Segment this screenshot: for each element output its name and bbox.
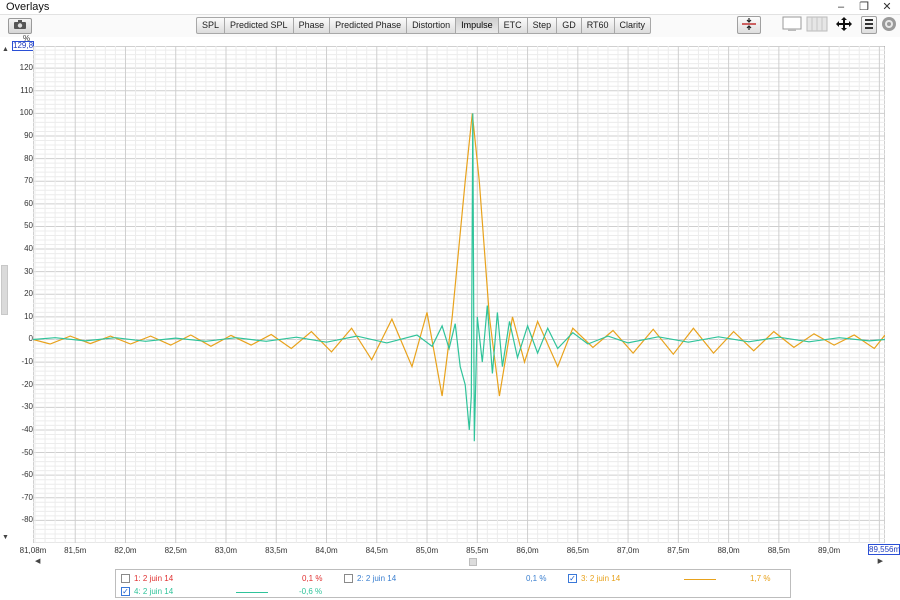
align-traces-button[interactable] xyxy=(737,16,761,34)
y-tick-label: 70 xyxy=(24,176,33,186)
impulse-plot[interactable] xyxy=(33,46,885,543)
x-tick-label: 83,5m xyxy=(265,546,288,555)
grid-toggle-button[interactable] xyxy=(806,16,828,34)
scroll-up-arrow-icon[interactable]: ▲ xyxy=(2,46,9,53)
y-tick-label: 100 xyxy=(19,108,33,118)
x-tick-label: 82,0m xyxy=(114,546,137,555)
y-tick-label: -70 xyxy=(21,492,33,502)
minimize-button[interactable]: – xyxy=(830,0,852,15)
x-tick-label: 84,5m xyxy=(365,546,388,555)
x-tick-label: 86,0m xyxy=(516,546,539,555)
legend-label-1: 1: 2 juin 14 xyxy=(134,574,174,583)
x-tick-label: 82,5m xyxy=(164,546,187,555)
legend-line-3 xyxy=(684,579,716,580)
y-axis-top-value[interactable]: 129,8 xyxy=(12,41,34,51)
settings-gear-icon xyxy=(881,17,897,35)
x-tick-label: 86,5m xyxy=(566,546,589,555)
x-tick-label: 84,0m xyxy=(315,546,338,555)
tab-predicted-phase[interactable]: Predicted Phase xyxy=(329,17,408,34)
x-tick-label: 83,0m xyxy=(214,546,238,555)
capture-button[interactable] xyxy=(8,18,32,34)
align-traces-icon xyxy=(740,18,758,34)
x-axis-end-value[interactable]: 89,556m xyxy=(868,544,900,555)
y-tick-label: 90 xyxy=(24,130,33,140)
scroll-down-arrow-icon[interactable]: ▼ xyxy=(2,534,9,541)
close-button[interactable]: ✕ xyxy=(876,0,898,15)
title-bar: Overlays – ❐ ✕ xyxy=(0,0,900,15)
y-tick-label: -20 xyxy=(21,379,33,389)
x-tick-label: 85,5m xyxy=(466,546,489,555)
y-tick-label: 40 xyxy=(24,244,33,254)
horizontal-scrollbar-thumb[interactable] xyxy=(469,558,477,566)
tab-phase[interactable]: Phase xyxy=(292,17,331,34)
grid-toggle-icon xyxy=(806,16,828,35)
tab-gd[interactable]: GD xyxy=(556,17,582,34)
tab-predicted-spl[interactable]: Predicted SPL xyxy=(224,17,294,34)
horizontal-scrollbar[interactable]: ◀ ▶ xyxy=(33,557,885,567)
y-tick-label: -30 xyxy=(21,402,33,412)
x-tick-label: 81,5m xyxy=(64,546,87,555)
x-tick-label: 89,0m xyxy=(817,546,841,555)
x-tick-label: 87,5m xyxy=(667,546,690,555)
x-tick-label: 87,0m xyxy=(616,546,640,555)
tab-etc[interactable]: ETC xyxy=(497,17,528,34)
blank-display-icon xyxy=(782,16,802,35)
tab-spl[interactable]: SPL xyxy=(196,17,226,34)
settings-button[interactable] xyxy=(880,16,897,34)
legend-value-4: -0,6 % xyxy=(299,587,323,596)
x-tick-label: 88,5m xyxy=(767,546,790,555)
controls-icon xyxy=(863,19,875,34)
y-tick-label: 80 xyxy=(24,153,33,163)
legend-label-3: 3: 2 juin 14 xyxy=(581,574,621,583)
legend-checkbox-2[interactable] xyxy=(344,574,353,583)
scroll-right-arrow-icon[interactable]: ▶ xyxy=(878,557,883,565)
blank-display-button[interactable] xyxy=(782,16,802,34)
y-tick-label: 110 xyxy=(20,85,33,95)
y-tick-label: 20 xyxy=(24,289,33,299)
scroll-left-arrow-icon[interactable]: ◀ xyxy=(35,557,40,565)
controls-button[interactable] xyxy=(861,16,877,34)
tab-step[interactable]: Step xyxy=(526,17,558,34)
y-tick-label: -10 xyxy=(21,357,33,367)
legend-checkbox-4[interactable]: ✓ xyxy=(121,587,130,596)
window-title: Overlays xyxy=(6,1,50,13)
y-tick-label: -80 xyxy=(21,515,33,525)
legend-label-2: 2: 2 juin 14 xyxy=(357,574,397,583)
move-icon xyxy=(833,17,855,35)
camera-icon xyxy=(13,20,27,33)
restore-button[interactable]: ❐ xyxy=(853,0,875,15)
legend-label-4: 4: 2 juin 14 xyxy=(134,587,174,596)
x-tick-label: 88,0m xyxy=(717,546,740,555)
y-tick-label: -50 xyxy=(21,447,33,457)
tab-clarity[interactable]: Clarity xyxy=(613,17,652,34)
legend-checkbox-3[interactable]: ✓ xyxy=(568,574,577,583)
legend-value-1: 0,1 % xyxy=(302,574,323,583)
legend-value-2: 0,1 % xyxy=(526,574,547,583)
move-button[interactable] xyxy=(833,16,855,34)
tab-impulse[interactable]: Impulse xyxy=(455,17,499,34)
tab-distortion[interactable]: Distortion xyxy=(406,17,457,34)
tab-rt60[interactable]: RT60 xyxy=(580,17,615,34)
x-tick-label: 81,08m xyxy=(19,546,47,555)
y-tick-label: -40 xyxy=(21,424,33,434)
legend-value-3: 1,7 % xyxy=(750,574,771,583)
legend-checkbox-1[interactable] xyxy=(121,574,130,583)
y-tick-label: 60 xyxy=(24,198,33,208)
legend-panel: 1: 2 juin 14 0,1 % 2: 2 juin 14 0,1 % ✓ … xyxy=(115,569,791,598)
y-tick-label: 10 xyxy=(24,311,33,321)
y-tick-label: 120 xyxy=(19,63,33,73)
y-tick-label: 0 xyxy=(28,334,33,344)
legend-line-4 xyxy=(236,592,268,593)
y-tick-label: -60 xyxy=(21,470,33,480)
graph-type-tabs: SPL Predicted SPL Phase Predicted Phase Dist… xyxy=(196,17,652,34)
y-tick-label: 50 xyxy=(24,221,33,231)
x-tick-label: 85,0m xyxy=(415,546,439,555)
y-tick-label: 30 xyxy=(24,266,33,276)
